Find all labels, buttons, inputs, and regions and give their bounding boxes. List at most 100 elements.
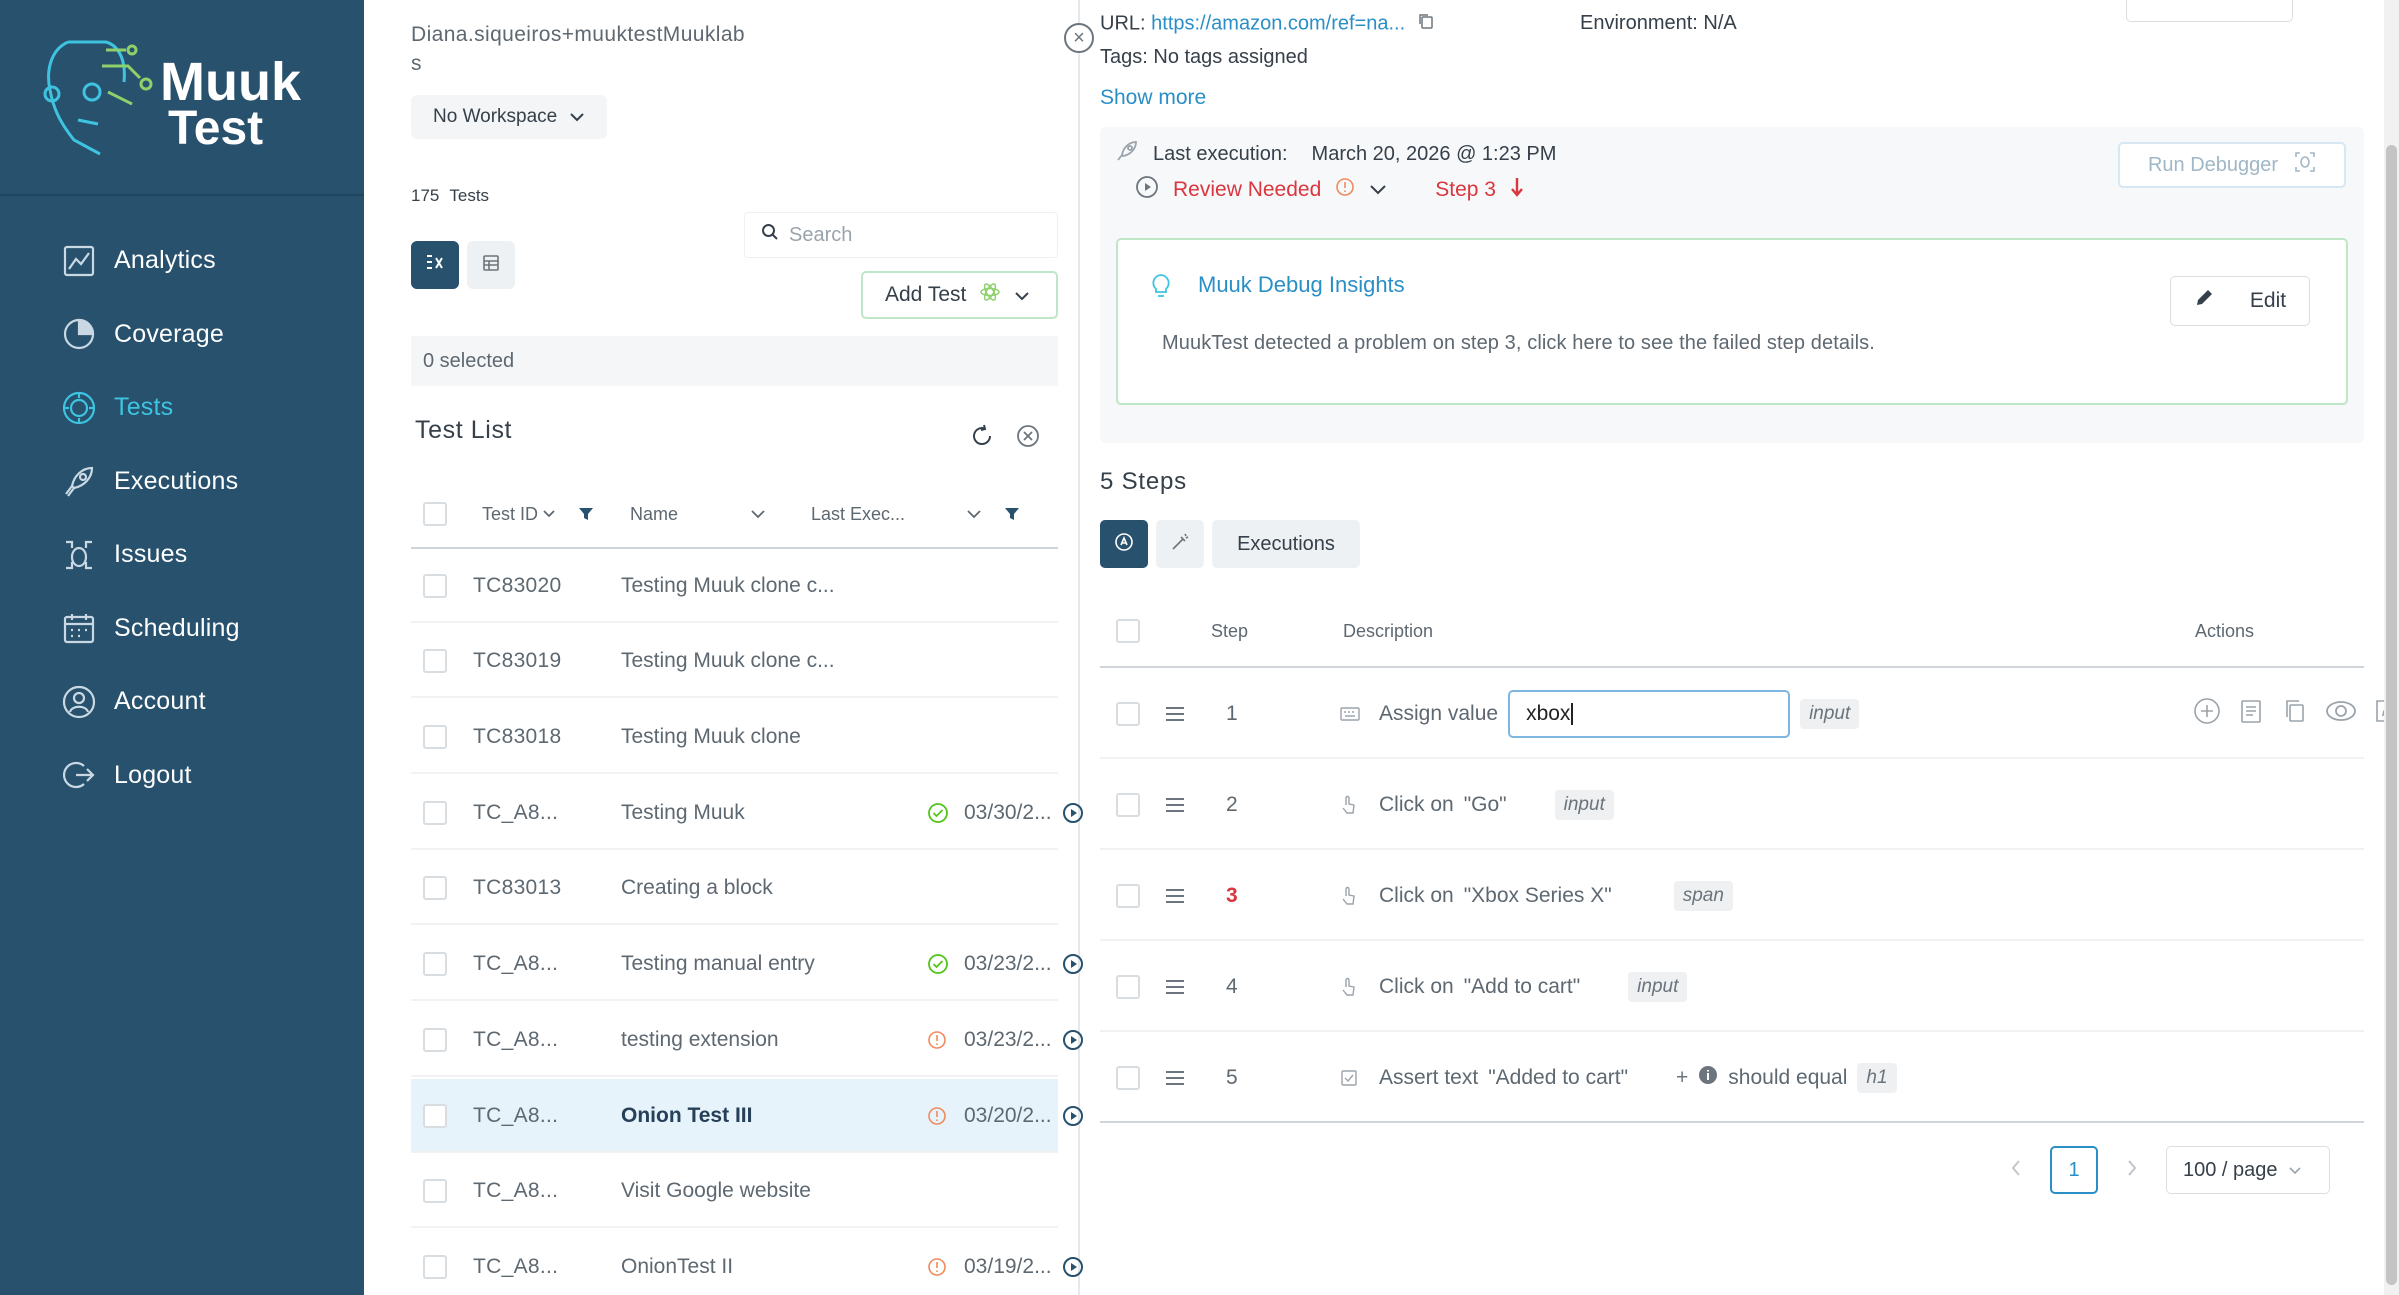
url-link[interactable]: https://amazon.com/ref=na...	[1151, 12, 1405, 34]
list-view-button[interactable]	[411, 241, 459, 289]
step-row[interactable]: 1 Assign value xbox input	[1100, 668, 2399, 759]
step-row-failed[interactable]: 3 Click on "Xbox Series X" span	[1100, 850, 2364, 941]
chevron-down-icon[interactable]	[966, 481, 982, 547]
sidebar-item-account[interactable]: Account	[0, 665, 364, 739]
run-icon[interactable]	[1062, 927, 1084, 1001]
sidebar-item-executions[interactable]: Executions	[0, 445, 364, 519]
row-checkbox[interactable]	[423, 1230, 447, 1295]
sidebar-item-scheduling[interactable]: Scheduling	[0, 592, 364, 666]
paste-icon[interactable]	[2237, 697, 2265, 731]
click-icon	[1340, 941, 1358, 1032]
table-row[interactable]: TC83018 Testing Muuk clone	[411, 700, 1058, 774]
element-tag: h1	[1857, 1062, 1897, 1093]
row-checkbox[interactable]	[423, 1003, 447, 1077]
row-checkbox[interactable]	[423, 624, 447, 698]
search-input[interactable]: Search	[744, 212, 1058, 258]
filter-icon[interactable]	[1004, 481, 1020, 547]
drag-handle-icon[interactable]	[1164, 668, 1186, 759]
edit-button[interactable]: Edit	[2170, 276, 2310, 326]
workspace-select[interactable]: No Workspace	[411, 95, 608, 139]
page-number[interactable]: 1	[2050, 1146, 2098, 1194]
tab-steps[interactable]	[1100, 520, 1148, 568]
app-root: Muuk Test Analytics Coverage Tests Execu…	[0, 0, 2399, 1295]
refresh-icon[interactable]	[970, 424, 994, 453]
run-icon[interactable]	[1062, 1003, 1084, 1077]
col-name[interactable]: Name	[630, 481, 678, 547]
table-row[interactable]: TC83020 Testing Muuk clone c...	[411, 549, 1058, 623]
debug-insights-card[interactable]: Muuk Debug Insights MuukTest detected a …	[1116, 238, 2348, 405]
add-variable-icon[interactable]: +	[1676, 1066, 1688, 1090]
row-checkbox[interactable]	[423, 851, 447, 925]
drag-handle-icon[interactable]	[1164, 941, 1186, 1032]
failed-step-label[interactable]: Step 3	[1435, 178, 1496, 202]
table-row[interactable]: TC_A8... testing extension 03/23/2...	[411, 1003, 1083, 1077]
select-all-checkbox[interactable]	[423, 481, 447, 547]
muuktest-logo[interactable]: Muuk Test	[28, 32, 348, 162]
step-description: Click on "Xbox Series X" span	[1379, 850, 1733, 941]
col-test-id[interactable]: Test ID	[482, 481, 556, 547]
table-row[interactable]: TC_A8... OnionTest II 03/19/2...	[411, 1230, 1083, 1295]
step-row[interactable]: 5 Assert text "Added to cart" + should e…	[1100, 1032, 2364, 1123]
close-panel-button[interactable]: ×	[1064, 23, 1094, 53]
step-row[interactable]: 2 Click on "Go" input	[1100, 759, 2364, 850]
page-size-select[interactable]: 100 / page	[2166, 1146, 2330, 1194]
run-icon[interactable]	[1062, 776, 1084, 850]
row-checkbox[interactable]	[423, 700, 447, 774]
copy-icon[interactable]	[2281, 697, 2309, 731]
info-icon[interactable]	[1698, 1065, 1718, 1091]
row-checkbox[interactable]	[423, 549, 447, 623]
row-checkbox[interactable]	[423, 927, 447, 1001]
run-debugger-button[interactable]: Run Debugger	[2118, 142, 2346, 188]
scrollbar-thumb[interactable]	[2386, 145, 2397, 1285]
step-checkbox[interactable]	[1116, 759, 1140, 850]
row-checkbox[interactable]	[423, 776, 447, 850]
table-row[interactable]: TC_A8... Visit Google website	[411, 1154, 1058, 1228]
grid-view-button[interactable]	[467, 241, 515, 289]
tab-executions[interactable]: Executions	[1212, 520, 1360, 568]
sidebar-item-coverage[interactable]: Coverage	[0, 298, 364, 372]
filter-icon[interactable]	[578, 481, 594, 547]
chevron-left-icon[interactable]	[2010, 1159, 2022, 1182]
table-row[interactable]: TC_A8... Testing Muuk 03/30/2...	[411, 776, 1083, 850]
table-row[interactable]: TC83019 Testing Muuk clone c...	[411, 624, 1058, 698]
step-checkbox[interactable]	[1116, 1032, 1140, 1123]
sidebar-item-tests[interactable]: Tests	[0, 371, 364, 445]
drag-handle-icon[interactable]	[1164, 1032, 1186, 1123]
select-all-steps-checkbox[interactable]	[1116, 596, 1140, 666]
drag-handle-icon[interactable]	[1164, 850, 1186, 941]
step-checkbox[interactable]	[1116, 668, 1140, 759]
step-checkbox[interactable]	[1116, 941, 1140, 1032]
col-last-execution[interactable]: Last Exec...	[811, 481, 905, 547]
table-row-selected[interactable]: TC_A8... Onion Test III 03/20/2...	[411, 1079, 1083, 1153]
row-checkbox[interactable]	[423, 1079, 447, 1153]
chevron-down-icon[interactable]	[750, 481, 766, 547]
sidebar-item-issues[interactable]: Issues	[0, 518, 364, 592]
clear-filters-icon[interactable]	[1016, 424, 1040, 453]
row-checkbox[interactable]	[423, 1154, 447, 1228]
run-icon[interactable]	[1062, 1230, 1084, 1295]
assign-value-input[interactable]: xbox	[1508, 689, 1791, 738]
run-icon[interactable]	[1062, 1079, 1084, 1153]
step-checkbox[interactable]	[1116, 850, 1140, 941]
copy-icon[interactable]	[1417, 13, 1435, 35]
table-row[interactable]: TC83013 Creating a block	[411, 851, 1058, 925]
eye-icon[interactable]	[2325, 697, 2357, 731]
table-row[interactable]: TC_A8... Testing manual entry 03/23/2...	[411, 927, 1083, 1001]
steps-tabs: Executions	[1100, 520, 1360, 568]
add-step-icon[interactable]	[2193, 697, 2221, 731]
tab-edit[interactable]	[1156, 520, 1204, 568]
pencil-icon	[2194, 288, 2214, 314]
test-count-label: Tests	[449, 186, 490, 205]
play-icon[interactable]	[1135, 175, 1159, 205]
add-test-button[interactable]: Add Test	[861, 271, 1058, 319]
chevron-right-icon[interactable]	[2126, 1159, 2138, 1182]
insights-message[interactable]: MuukTest detected a problem on step 3, c…	[1162, 332, 1875, 355]
execute-now-button[interactable]	[2126, 0, 2293, 22]
drag-handle-icon[interactable]	[1164, 759, 1186, 850]
show-more-link[interactable]: Show more	[1100, 86, 1206, 110]
grid-view-icon	[482, 254, 500, 277]
sidebar-item-logout[interactable]: Logout	[0, 739, 364, 813]
chevron-down-icon[interactable]	[1369, 178, 1387, 202]
sidebar-item-analytics[interactable]: Analytics	[0, 224, 364, 298]
step-row[interactable]: 4 Click on "Add to cart" input	[1100, 941, 2364, 1032]
